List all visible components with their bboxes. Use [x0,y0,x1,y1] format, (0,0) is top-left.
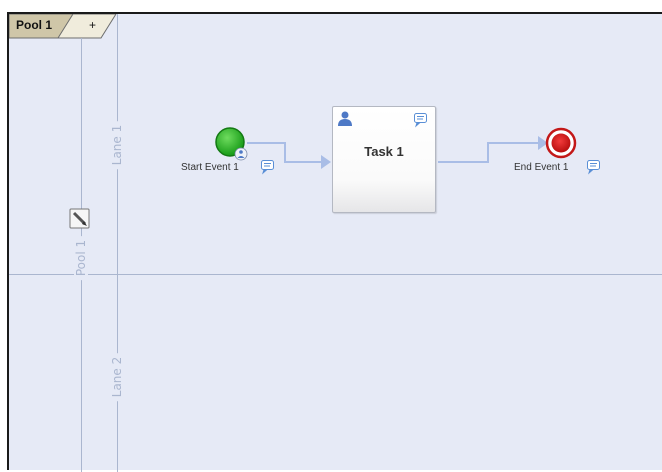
start-event-comment-icon[interactable] [261,160,274,175]
end-event-comment-icon[interactable] [587,160,600,175]
tab-add-label[interactable]: + [89,18,96,32]
sequence-flow-task-end[interactable] [438,142,540,163]
canvas-graphics [9,14,662,472]
lane-1-label: Lane 1 [110,120,124,170]
end-event-label: End Event 1 [514,162,569,173]
start-event-label: Start Event 1 [181,162,239,173]
tab-pool-1-label[interactable]: Pool 1 [16,18,52,32]
arrowhead-to-task [321,155,331,169]
task-box[interactable]: Task 1 [332,106,436,213]
task-comment-icon[interactable] [414,113,427,128]
task-icons [338,111,427,128]
diagram-canvas[interactable]: Pool 1 + Pool 1 Lane 1 Lane 2 Start Even… [7,12,662,472]
task-user-icon [338,111,352,126]
start-event-icon[interactable] [215,127,248,161]
pool-label: Pool 1 [74,235,88,281]
end-event-icon[interactable] [545,127,577,159]
sequence-flow-start-task[interactable] [247,142,322,163]
task-label: Task 1 [364,144,404,159]
edit-pencil-icon[interactable] [69,208,90,229]
user-badge-icon [234,147,248,161]
lane-2-label: Lane 2 [110,352,124,402]
